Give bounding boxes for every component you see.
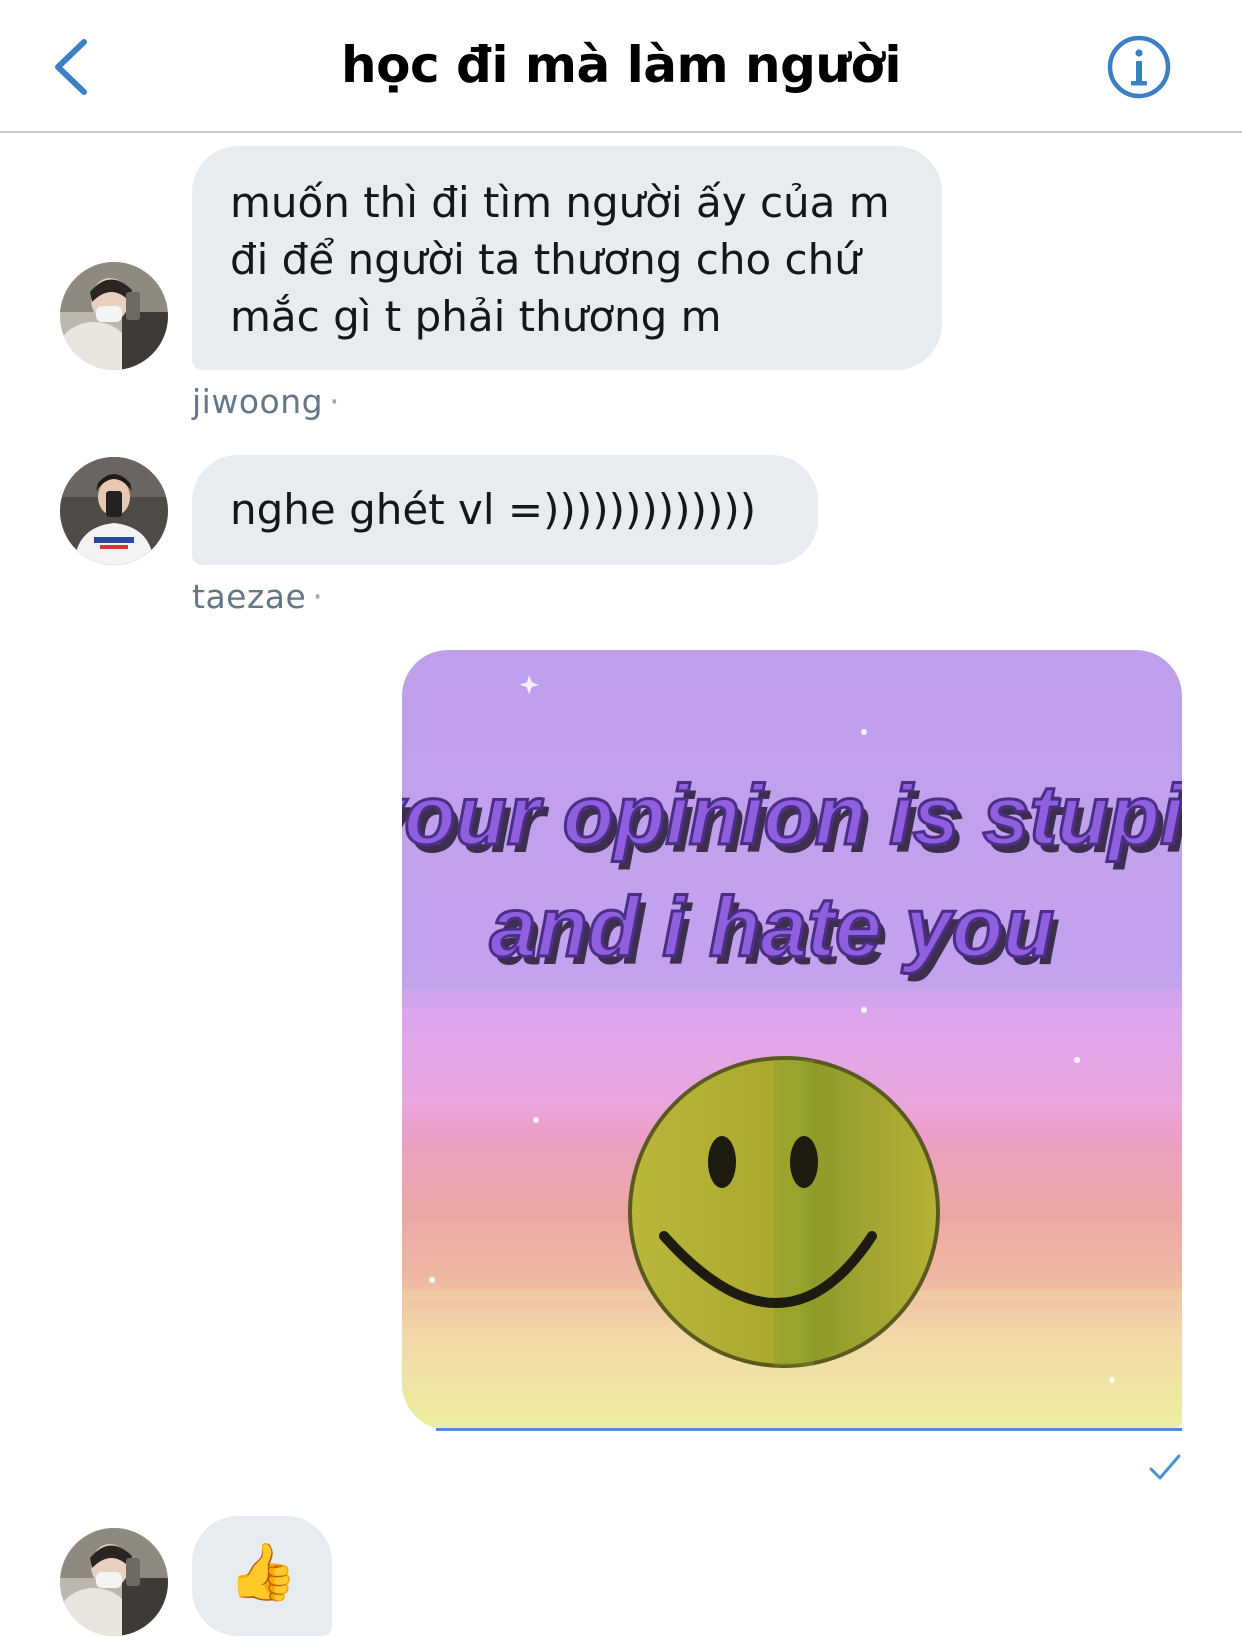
- message-bubble-received[interactable]: 👍: [192, 1516, 332, 1636]
- meta-separator: ·: [329, 382, 341, 421]
- message-bubble-received[interactable]: nghe ghét vl =))))))))))))): [192, 455, 818, 565]
- sent-image-underline: [436, 1428, 1182, 1431]
- avatar[interactable]: [60, 457, 168, 565]
- info-icon[interactable]: [1106, 34, 1172, 100]
- avatar[interactable]: [60, 1528, 168, 1636]
- message-meta: jiwoong ·: [192, 382, 340, 421]
- sender-name: taezae: [192, 577, 307, 616]
- message-text: nghe ghét vl =))))))))))))): [230, 485, 757, 534]
- message-meta: taezae ·: [192, 577, 323, 616]
- thumbs-up-emoji: 👍: [228, 1540, 298, 1605]
- message-bubble-received[interactable]: muốn thì đi tìm người ấy của m đi để ngư…: [192, 146, 942, 370]
- dm-conversation-screen: học đi mà làm người muốn thì đi tìm ngườ…: [0, 0, 1242, 1648]
- svg-text:your opinion is stupid: your opinion is stupid: [402, 768, 1182, 862]
- meta-separator: ·: [312, 577, 324, 616]
- svg-text:and i hate you: and i hate you: [490, 880, 1055, 974]
- message-text-line: đi để người ta thương cho chứ: [230, 235, 861, 284]
- sender-name: jiwoong: [192, 382, 324, 421]
- message-text-line: muốn thì đi tìm người ấy của m: [230, 178, 890, 227]
- conversation-title: học đi mà làm người: [341, 36, 901, 94]
- conversation-header: học đi mà làm người: [0, 0, 1242, 133]
- avatar[interactable]: [60, 262, 168, 370]
- message-text-line: mắc gì t phải thương m: [230, 292, 722, 341]
- checkmark-icon: [1149, 1454, 1181, 1480]
- smiley-face-image: [628, 1056, 940, 1368]
- sent-image-message[interactable]: your opinion is stupid your opinion is s…: [402, 650, 1182, 1430]
